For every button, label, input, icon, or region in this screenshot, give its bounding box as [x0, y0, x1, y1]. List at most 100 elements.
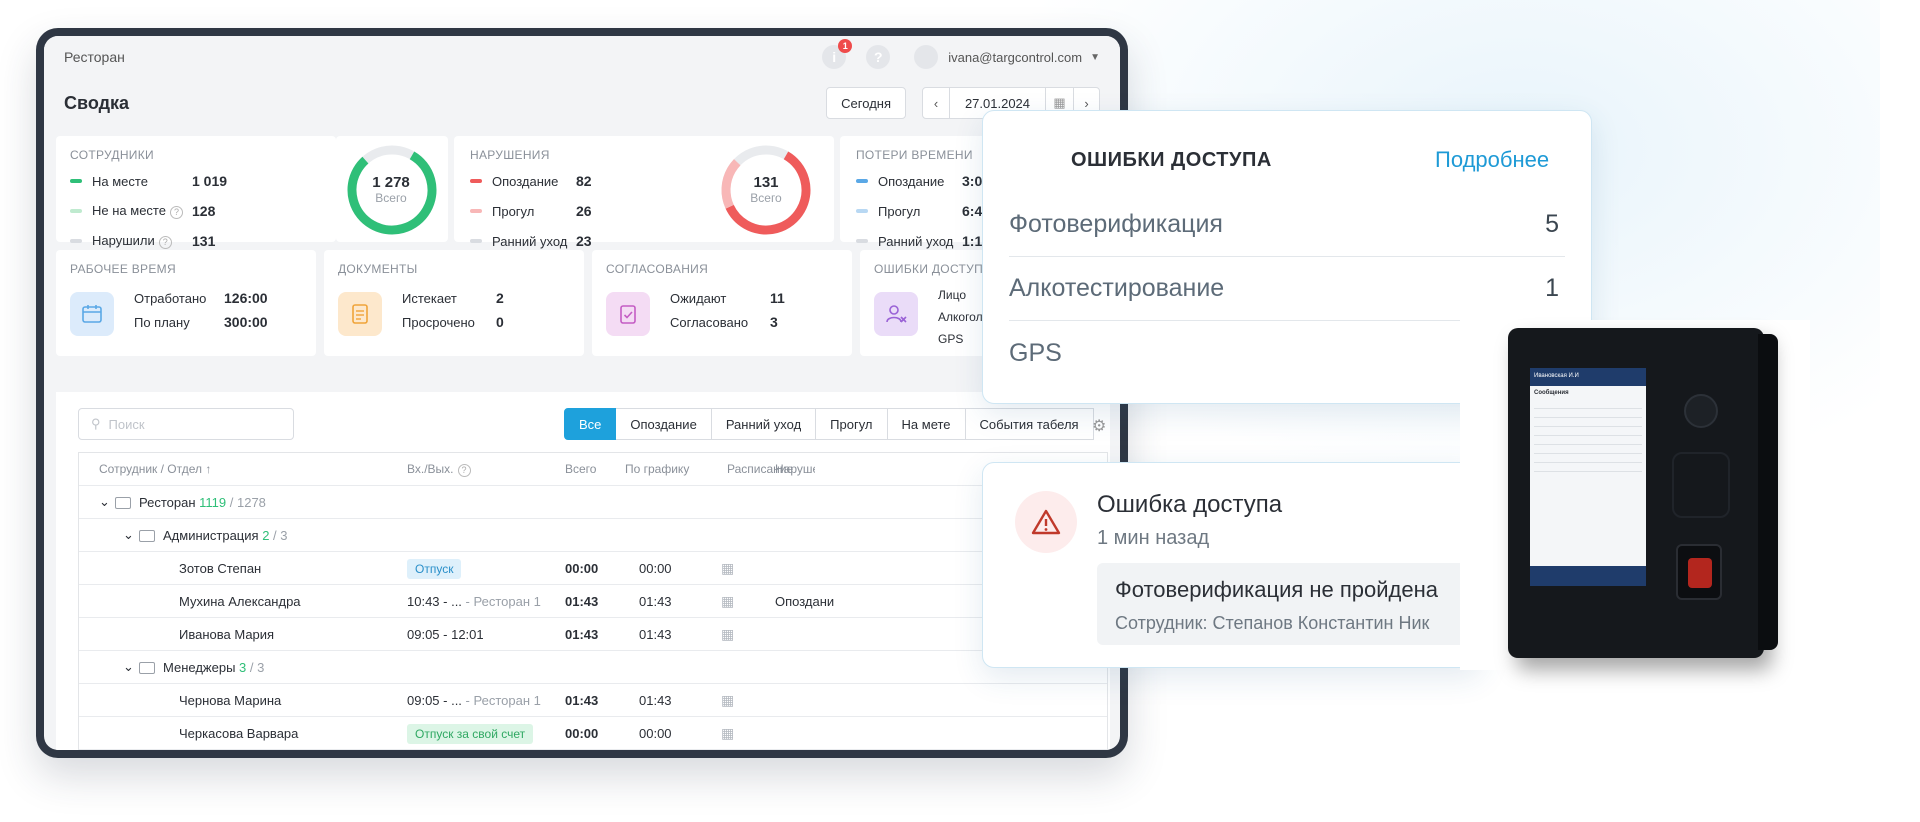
help-icon: ?: [169, 206, 183, 219]
status-badge: Отпуск за свой счет: [407, 723, 534, 744]
status-badge: Отпуск: [407, 558, 462, 579]
filter-timesheet-events[interactable]: События табеля: [965, 408, 1094, 440]
folder-icon: [139, 530, 155, 543]
card-title: Документы: [338, 262, 418, 276]
info-icon[interactable]: i1: [822, 39, 853, 69]
schedule-icon: ▦: [721, 625, 735, 642]
chevron-down-icon: ⌄: [99, 494, 110, 509]
work-time-card[interactable]: Рабочее время Отработано 126:00 По плану 3…: [56, 250, 316, 356]
column-plan[interactable]: По графику: [625, 462, 689, 476]
sort-arrow-icon: ↑: [205, 462, 212, 476]
stat-row: Согласовано 3: [670, 314, 778, 330]
legend-dash: [70, 179, 82, 183]
folder-icon: [115, 497, 131, 510]
violations-card[interactable]: Нарушения Опоздание 82 Прогул 26 Ранний ух…: [454, 136, 834, 249]
donut-caption: Всего: [375, 191, 407, 205]
filter-absence[interactable]: Прогул: [816, 408, 888, 440]
access-error-notification[interactable]: Ошибка доступа 1 мин назад Фотоверификац…: [982, 462, 1482, 668]
page-title: Сводка: [64, 92, 130, 113]
column-violations[interactable]: Нарушени: [775, 462, 815, 476]
card-title: Рабочее время: [70, 262, 176, 276]
terminal-device: Ивановская И.И Сообщения: [1508, 328, 1778, 658]
notification-message-box: Фотоверификация не пройдена Сотрудник: С…: [1097, 563, 1481, 645]
user-email[interactable]: ivana@targcontrol.com: [948, 50, 1082, 65]
table-row[interactable]: Черкасова Варвара Отпуск за свой счет 00…: [79, 717, 1107, 750]
fingerprint-scanner: [1676, 544, 1722, 600]
help-icon[interactable]: ?: [866, 45, 891, 69]
table-row[interactable]: Чернова Марина 09:05 - ... - Ресторан 1 …: [79, 684, 1107, 717]
group-row[interactable]: ⌄ Менеджеры 3 / 3: [79, 651, 1107, 684]
donut-total: 1 278: [372, 174, 410, 191]
group-row[interactable]: ⌄ Ресторан 1119 / 1278: [79, 486, 1107, 519]
gear-icon[interactable]: ⚙: [1092, 416, 1106, 436]
stat-row: Отработано 126:00: [134, 290, 268, 306]
stat-row: Просрочено 0: [402, 314, 504, 330]
calendar-icon: [70, 292, 114, 336]
filter-early-leave[interactable]: Ранний уход: [711, 408, 817, 440]
error-row[interactable]: Фотоверификация 5: [1009, 193, 1565, 257]
donut-caption: Всего: [750, 191, 782, 205]
column-employee[interactable]: Сотрудник / Отдел ↑: [99, 462, 211, 476]
warning-icon: [1015, 491, 1077, 553]
legend-dash: [470, 209, 482, 213]
legend-dash: [470, 179, 482, 183]
avatar[interactable]: [914, 45, 939, 69]
table-row[interactable]: Мухина Александра 10:43 - ... - Ресторан…: [79, 585, 1107, 618]
column-total[interactable]: Всего: [565, 462, 596, 476]
card-title: Согласования: [606, 262, 709, 276]
app-content: Ресторан i1 ? ivana@targcontrol.com ▼ Св…: [44, 36, 1120, 750]
access-row: GPS: [938, 332, 964, 346]
stat-row: По плану 300:00: [134, 314, 268, 330]
search-icon: ⚲: [91, 416, 101, 431]
help-icon: ?: [457, 463, 471, 477]
notification-badge: 1: [838, 39, 853, 53]
more-link[interactable]: Подробнее: [1435, 147, 1549, 173]
card-title: Нарушения: [470, 148, 550, 162]
employee-table-card: ⚲ Поиск Все Опоздание Ранний уход Прогул…: [56, 392, 1110, 750]
app-title: Ресторан: [64, 49, 125, 65]
approvals-card[interactable]: Согласования Ожидают 11 Согласовано 3: [592, 250, 852, 356]
notification-detail: Сотрудник: Степанов Константин Ник: [1115, 613, 1430, 633]
schedule-icon: ▦: [721, 592, 735, 609]
access-row: Лицо: [938, 288, 966, 302]
terminal-device-photo: Ивановская И.И Сообщения: [1460, 320, 1810, 670]
device-screen-header: Ивановская И.И: [1530, 368, 1646, 386]
folder-icon: [139, 662, 155, 675]
schedule-icon: ▦: [721, 691, 735, 708]
schedule-icon: ▦: [721, 724, 735, 741]
prev-date-button[interactable]: ‹: [923, 88, 949, 118]
search-input[interactable]: ⚲ Поиск: [78, 408, 294, 440]
employees-card[interactable]: Сотрудники На месте 1 019 Не на месте? 128…: [56, 136, 336, 249]
group-row[interactable]: ⌄ Администрация 2 / 3: [79, 519, 1107, 552]
table-row[interactable]: Зотов Степан Отпуск 00:00 00:00 ▦: [79, 552, 1107, 585]
legend-dash: [856, 239, 868, 243]
stat-row: Ожидают 11: [670, 290, 785, 306]
legend-dash: [70, 209, 82, 213]
user-x-icon: [874, 292, 918, 336]
stat-row: Истекает 2: [402, 290, 504, 306]
notification-time: 1 мин назад: [1097, 527, 1210, 549]
today-button[interactable]: Сегодня: [826, 87, 906, 119]
stat-row: Опоздание 3:01: [856, 166, 990, 196]
filter-tabs: Все Опоздание Ранний уход Прогул На мете…: [564, 408, 1094, 440]
column-inout[interactable]: Вх./Вых.?: [407, 462, 471, 477]
filter-all[interactable]: Все: [564, 408, 617, 440]
table-row[interactable]: Иванова Мария 09:05 - 12:01 01:43 01:43 …: [79, 618, 1107, 651]
filter-late[interactable]: Опоздание: [616, 408, 712, 440]
document-icon: [338, 292, 382, 336]
stat-row: Опоздание 82: [470, 166, 592, 196]
help-icon: ?: [158, 236, 172, 249]
notification-title: Ошибка доступа: [1097, 491, 1283, 518]
legend-dash: [70, 239, 82, 243]
top-bar: Ресторан i1 ? ivana@targcontrol.com ▼: [44, 36, 1120, 78]
card-title: Сотрудники: [70, 148, 154, 162]
employee-table: Сотрудник / Отдел ↑ Вх./Вых.? Всего По г…: [78, 452, 1108, 750]
error-row[interactable]: Алкотестирование 1: [1009, 257, 1565, 321]
stat-row: На месте 1 019: [70, 166, 227, 196]
documents-card[interactable]: Документы Истекает 2 Просрочено 0: [324, 250, 584, 356]
stat-row: Не на месте? 128: [70, 196, 227, 226]
filter-on-site[interactable]: На мете: [887, 408, 966, 440]
chevron-down-icon[interactable]: ▼: [1090, 52, 1100, 63]
schedule-icon: ▦: [721, 559, 735, 576]
device-screen-title: Сообщения: [1534, 390, 1569, 396]
